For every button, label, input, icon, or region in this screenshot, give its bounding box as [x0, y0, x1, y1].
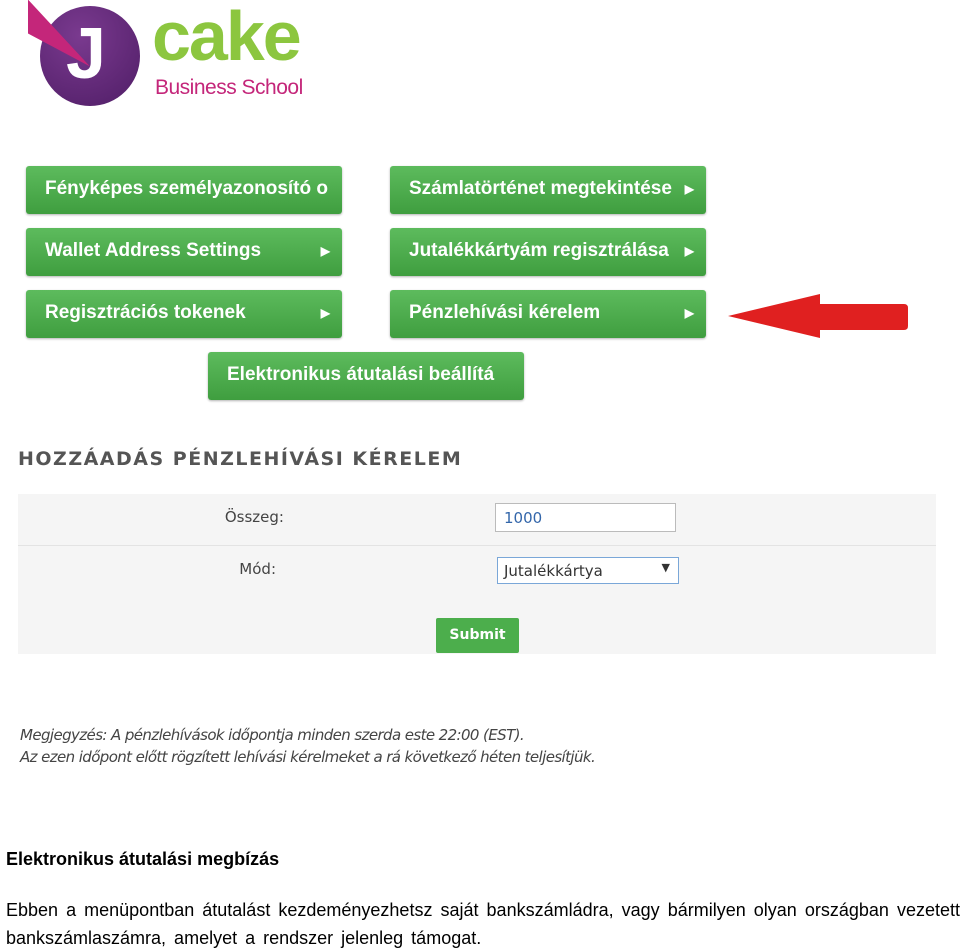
menu-button-account-history[interactable]: Számlatörténet megtekintése ▶ — [390, 166, 706, 214]
chevron-right-icon: ▶ — [684, 182, 694, 196]
mode-select[interactable]: Jutalékkártya ▼ — [497, 557, 679, 584]
menu-button-withdrawal-request[interactable]: Pénzlehívási kérelem ▶ — [390, 290, 706, 338]
submit-button[interactable]: Submit — [436, 618, 519, 653]
button-label: Számlatörténet megtekintése — [409, 178, 672, 199]
red-arrow-icon — [728, 294, 908, 338]
logo-letter: J — [66, 14, 107, 94]
button-label: Wallet Address Settings — [45, 240, 262, 261]
chevron-right-icon: ▶ — [684, 244, 694, 258]
chevron-right-icon: ▶ — [320, 244, 330, 258]
chevron-right-icon: ▶ — [684, 306, 694, 320]
amount-input[interactable]: 1000 — [495, 503, 676, 532]
section-heading: Elektronikus átutalási megbízás — [6, 849, 280, 869]
menu-button-wire-settings[interactable]: Elektronikus átutalási beállítá — [208, 352, 524, 400]
button-label: Fényképes személyazonosító o — [45, 178, 328, 199]
menu-button-registration-tokens[interactable]: Regisztrációs tokenek ▶ — [26, 290, 342, 338]
section-paragraph: Ebben a menüpontban átutalást kezdeménye… — [6, 900, 960, 948]
amount-label: Összeg: — [224, 508, 284, 526]
dropdown-arrow-icon: ▼ — [661, 561, 670, 574]
row-divider — [18, 545, 936, 546]
chevron-right-icon: ▶ — [320, 306, 330, 320]
button-label: Pénzlehívási kérelem — [409, 302, 601, 323]
menu-button-commission-card[interactable]: Jutalékkártyám regisztrálása ▶ — [390, 228, 706, 276]
form-title: HOZZÁADÁS PÉNZLEHÍVÁSI KÉRELEM — [18, 448, 463, 470]
mode-value: Jutalékkártya — [504, 562, 603, 580]
logo-subtitle: Business School — [155, 76, 303, 99]
logo-brand: cake — [152, 0, 302, 75]
note-line-1: Megjegyzés: A pénzlehívások időpontja mi… — [20, 726, 525, 744]
button-label: Elektronikus átutalási beállítá — [227, 364, 495, 385]
button-label: Jutalékkártyám regisztrálása — [409, 240, 669, 261]
menu-button-wallet-settings[interactable]: Wallet Address Settings ▶ — [26, 228, 342, 276]
note-line-2: Az ezen időpont előtt rögzített lehívási… — [20, 748, 596, 766]
mode-label: Mód: — [239, 560, 276, 578]
button-label: Regisztrációs tokenek — [45, 302, 246, 323]
menu-button-photo-id[interactable]: Fényképes személyazonosító o — [26, 166, 342, 214]
